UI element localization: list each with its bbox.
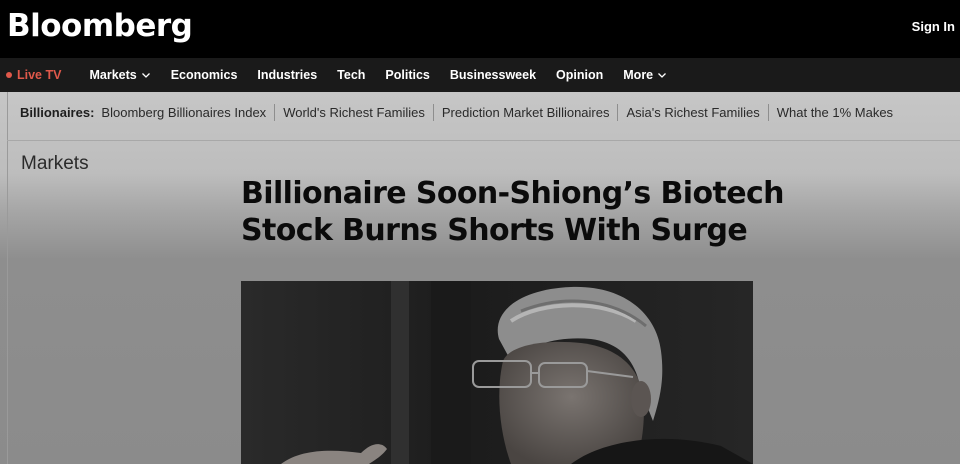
billionaires-subnav: Billionaires: Bloomberg Billionaires Ind… [20, 104, 893, 121]
subnav-heading: Billionaires: [20, 105, 95, 120]
bloomberg-logo[interactable]: Bloomberg [7, 4, 193, 48]
page-content: Billionaires: Bloomberg Billionaires Ind… [0, 92, 960, 464]
subnav-divider [767, 104, 769, 121]
article-headline: Billionaire Soon-Shiong’s Biotech Stock … [241, 176, 785, 248]
nav-item-markets[interactable]: Markets [89, 68, 150, 82]
nav-label: Tech [337, 68, 366, 82]
chevron-down-icon [658, 73, 667, 78]
subnav-link-richest-families[interactable]: World's Richest Families [283, 105, 425, 120]
section-label[interactable]: Markets [21, 153, 89, 175]
subnav-link-billionaires-index[interactable]: Bloomberg Billionaires Index [101, 105, 266, 120]
nav-label: Opinion [556, 68, 604, 82]
nav-label: Markets [89, 68, 137, 82]
article-hero-image [241, 281, 753, 464]
nav-label: Politics [385, 68, 430, 82]
portrait-photo [241, 281, 753, 464]
live-dot-icon [6, 72, 12, 78]
nav-item-politics[interactable]: Politics [385, 68, 429, 82]
top-header: Bloomberg Sign In [0, 0, 960, 58]
nav-item-tech[interactable]: Tech [337, 68, 365, 82]
nav-item-businessweek[interactable]: Businessweek [450, 68, 536, 82]
chevron-down-icon [141, 73, 150, 78]
subnav-divider [274, 104, 276, 121]
subnav-link-one-percent[interactable]: What the 1% Makes [777, 105, 893, 120]
subnav-divider-line [7, 140, 960, 141]
live-tv-label: Live TV [17, 68, 62, 82]
subnav-divider [617, 104, 619, 121]
nav-label: More [623, 68, 654, 82]
nav-item-industries[interactable]: Industries [257, 68, 317, 82]
live-tv-link[interactable]: Live TV [6, 68, 61, 82]
main-nav: Live TV Markets Economics Industries Tec… [0, 58, 960, 92]
sign-in-link[interactable]: Sign In [912, 19, 955, 34]
nav-item-economics[interactable]: Economics [171, 68, 238, 82]
subnav-link-asia-richest[interactable]: Asia's Richest Families [626, 105, 759, 120]
nav-label: Businessweek [449, 68, 537, 82]
nav-item-more[interactable]: More [623, 68, 667, 82]
left-divider [7, 92, 8, 464]
nav-label: Industries [257, 68, 318, 82]
nav-label: Economics [170, 68, 238, 82]
subnav-divider [432, 104, 434, 121]
subnav-link-prediction-market[interactable]: Prediction Market Billionaires [442, 105, 610, 120]
nav-item-opinion[interactable]: Opinion [556, 68, 603, 82]
